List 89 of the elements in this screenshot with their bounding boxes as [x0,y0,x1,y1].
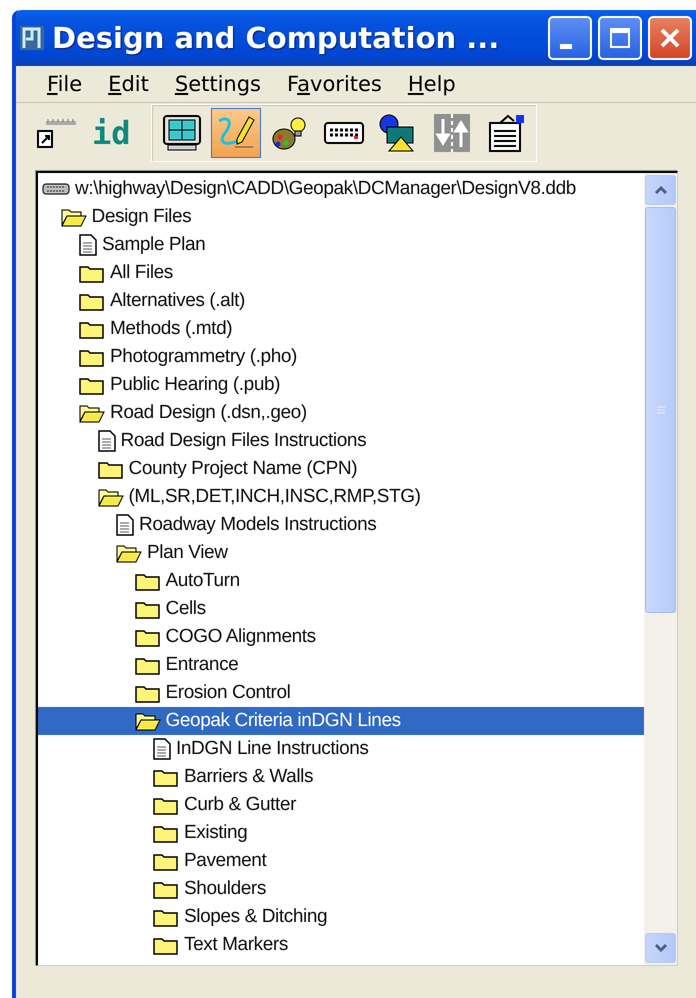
document-icon [98,430,116,452]
scroll-thumb[interactable] [645,207,676,613]
item-label: Plan View [147,542,228,564]
item-label: Shoulders [184,878,266,900]
monitor-icon [162,114,202,152]
tree-item[interactable]: Cells [38,595,644,623]
open-folder-icon [98,487,124,507]
tree-item[interactable]: All Files [38,259,644,287]
item-label: Curb & Gutter [184,794,296,816]
tree-item[interactable]: COGO Alignments [38,623,644,651]
down-chevron-icon [654,943,668,953]
tree-item[interactable]: Erosion Control [38,679,644,707]
tree-item[interactable]: Road Design (.dsn,.geo) [38,399,644,427]
scroll-down-button[interactable] [645,933,676,963]
tree-item[interactable]: AutoTurn [38,567,644,595]
tree-item[interactable]: Entrance [38,651,644,679]
item-label: Public Hearing (.pub) [110,374,280,396]
document-icon [116,514,134,536]
tree-item[interactable]: (ML,SR,DET,INCH,INSC,RMP,STG) [38,483,644,511]
keyboard-icon [324,120,364,146]
tree-item[interactable]: Text Markers [38,931,644,959]
toolbar-button[interactable] [210,108,261,158]
tree-item[interactable]: Shoulders [38,875,644,903]
item-label: Existing [184,822,248,844]
item-label: Geopak Criteria inDGN Lines [166,710,401,732]
item-label: Photogrammetry (.pho) [110,346,297,368]
app-logo-icon [18,24,46,52]
document-icon [153,738,171,760]
grip-icon [656,405,666,415]
close-button[interactable] [648,16,692,60]
open-folder-icon [79,403,105,423]
menu-item[interactable]: File [34,72,96,96]
tree-item[interactable]: Photogrammetry (.pho) [38,343,644,371]
item-label: w:\highway\Design\CADD\Geopak\DCManager\DesignV8.ddb [75,178,576,200]
item-label: County Project Name (CPN) [128,458,358,480]
tree-item[interactable]: Pavement [38,847,644,875]
minimize-button[interactable] [548,16,592,60]
item-label: Entrance [166,654,238,676]
menu-item[interactable]: Help [394,72,469,96]
scroll-up-button[interactable] [645,175,676,205]
up-chevron-icon [654,185,668,195]
window-title: Design and Computation ... [52,21,500,55]
open-folder-icon [134,711,160,731]
tree-item[interactable]: Existing [38,819,644,847]
tree-item[interactable]: InDGN Line Instructions [38,735,644,763]
item-label: Roadway Models Instructions [139,514,376,536]
maximize-button[interactable] [598,16,642,60]
tree-item[interactable]: Public Hearing (.pub) [38,371,644,399]
item-label: AutoTurn [166,570,240,592]
item-label: Slopes & Ditching [184,906,328,928]
tree-item[interactable]: Roadway Models Instructions [38,511,644,539]
close-icon [658,26,682,50]
tree-item[interactable]: Design Files [38,203,644,231]
up-down-arrows-icon [432,113,471,153]
tree-item[interactable]: Geopak Criteria inDGN Lines [38,707,644,735]
item-label: Cells [166,598,206,620]
item-label: Design Files [92,206,192,228]
item-label: Methods (.mtd) [110,318,232,340]
menu-item[interactable]: Settings [162,72,274,96]
document-icon [79,234,97,256]
item-label: Road Design (.dsn,.geo) [110,402,307,424]
tree-item[interactable]: Sample Plan [38,231,644,259]
item-label: Sample Plan [102,234,206,256]
item-label: Alternatives (.alt) [110,290,245,312]
minimize-icon [560,44,572,48]
drive-icon [42,183,70,195]
item-label: Barriers & Walls [184,766,314,788]
maximize-icon [608,26,632,50]
item-label: Erosion Control [166,682,290,704]
item-label: COGO Alignments [166,626,316,648]
tree-item[interactable]: Curb & Gutter [38,791,644,819]
tree-item[interactable]: Alternatives (.alt) [38,287,644,315]
item-label: Pavement [184,850,266,872]
tree-item[interactable]: County Project Name (CPN) [38,455,644,483]
item-label: Road Design Files Instructions [120,430,366,452]
item-label: InDGN Line Instructions [176,738,368,760]
open-folder-icon [60,207,86,227]
tree-item[interactable]: Road Design Files Instructions [38,427,644,455]
menu-item[interactable]: Favorites [274,72,395,96]
tree-item[interactable]: Barriers & Walls [38,763,644,791]
open-folder-icon [116,543,142,563]
tree-item[interactable]: Methods (.mtd) [38,315,644,343]
tree-item[interactable]: Slopes & Ditching [38,903,644,931]
menu-item[interactable]: Edit [95,72,162,96]
tree-item[interactable]: w:\highway\Design\CADD\Geopak\DCManager\DesignV8.ddb [38,175,644,203]
tree-item[interactable]: Plan View [38,539,644,567]
item-label: All Files [110,262,173,284]
item-label: Text Markers [184,934,288,956]
item-label: (ML,SR,DET,INCH,INSC,RMP,STG) [128,486,421,508]
